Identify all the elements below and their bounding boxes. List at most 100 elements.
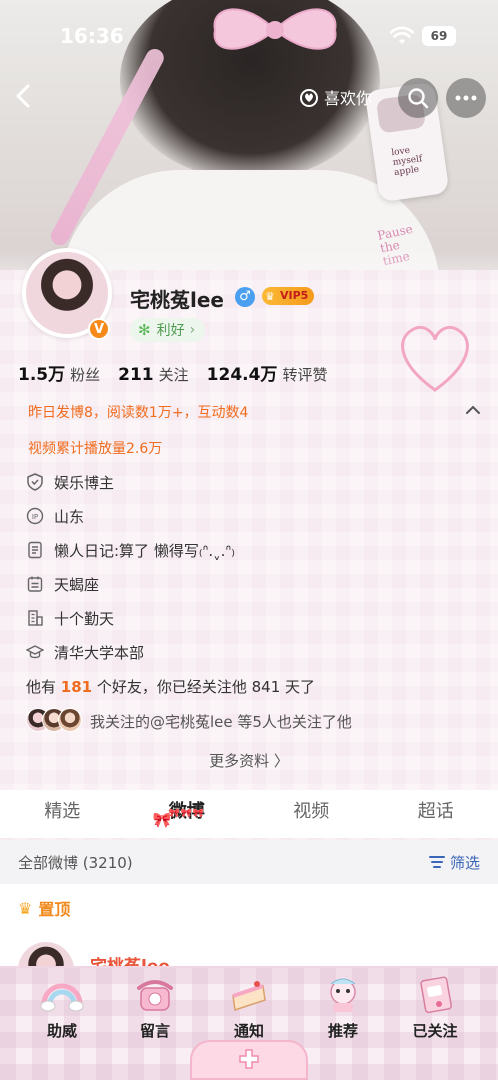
- back-arrow-icon[interactable]: [10, 80, 38, 112]
- notify-button[interactable]: 通知: [209, 974, 289, 1041]
- info-row-school: 清华大学本部: [26, 640, 144, 664]
- message-button[interactable]: 留言: [115, 974, 195, 1041]
- friend-relation-label: 利好: [156, 323, 185, 339]
- stat-label: 转评赞: [282, 366, 328, 384]
- clover-icon: ✻: [138, 321, 151, 339]
- bottom-label: 已关注: [412, 1022, 458, 1040]
- status-bar: 16:36 69: [0, 0, 498, 70]
- vip-badge[interactable]: ♛ VIP5: [262, 287, 315, 305]
- more-info-link[interactable]: 更多资料 〉: [0, 750, 498, 771]
- tab-label: 精选: [44, 801, 81, 822]
- all-posts-count: 全部微博 (3210): [18, 853, 133, 872]
- followed-book-icon: [413, 974, 457, 1014]
- friends-count[interactable]: 181: [61, 678, 92, 696]
- vip-crown-icon: ♛: [265, 290, 275, 303]
- gender-male-icon: ♂: [235, 287, 255, 307]
- stat-following[interactable]: 211 关注: [118, 364, 189, 385]
- cake-notify-icon: [227, 974, 271, 1014]
- info-text: 十个勤天: [54, 609, 115, 628]
- chevron-up-icon[interactable]: [464, 402, 482, 418]
- profile-username: 宅桃菟lee: [130, 288, 224, 312]
- battery-indicator: 69: [422, 26, 456, 46]
- bottom-action-bar: 助威 留言 通知 推荐 已关注: [0, 966, 498, 1080]
- calendar-icon: [26, 575, 44, 593]
- vip-label: VIP5: [280, 289, 309, 302]
- tab-supertopic[interactable]: 超话: [374, 790, 498, 838]
- info-row-company: 十个勤天: [26, 606, 114, 630]
- friend-relation-pill[interactable]: ✻ 利好 ›: [130, 318, 206, 342]
- verified-shield-icon: [26, 473, 44, 491]
- followed-button[interactable]: 已关注: [395, 974, 475, 1041]
- more-options-button[interactable]: [446, 78, 486, 118]
- company-building-icon: [26, 609, 44, 627]
- info-row-bio: 懒人日记:算了 懒得写₍ᐢ.ˬ.ᐢ₎: [26, 538, 235, 562]
- bio-document-icon: [26, 541, 44, 559]
- tab-video[interactable]: 视频: [249, 790, 374, 838]
- friends-summary: 他有 181 个好友，你已经关注他 841 天了: [26, 676, 315, 697]
- info-row-ip: IP 山东: [26, 504, 84, 528]
- mutual-avatar: [58, 708, 82, 732]
- graduation-cap-icon: [26, 643, 44, 661]
- filter-label: 筛选: [449, 853, 480, 872]
- friends-suffix: 个好友，你已经关注他 841 天了: [92, 678, 316, 696]
- bottom-label: 助威: [46, 1022, 77, 1040]
- tab-featured[interactable]: 精选: [0, 790, 125, 838]
- info-text: 娱乐博主: [54, 473, 115, 492]
- cheer-button[interactable]: 助威: [22, 974, 102, 1041]
- bottom-decoration: [190, 1040, 308, 1080]
- bottom-label: 留言: [139, 1022, 170, 1040]
- verified-badge-icon: V: [88, 318, 110, 340]
- svg-text:IP: IP: [32, 513, 38, 521]
- stat-followers[interactable]: 1.5万 粉丝: [18, 360, 100, 385]
- tab-weibo[interactable]: 🎀 微博 🎀🎀🎀: [125, 790, 250, 838]
- content-tabs: 精选 🎀 微博 🎀🎀🎀 视频 超话: [0, 790, 498, 838]
- like-you-button[interactable]: 喜欢你: [298, 84, 372, 110]
- feed-filter-bar: 全部微博 (3210) 筛选: [0, 840, 498, 884]
- pinned-label: 置顶: [38, 900, 71, 919]
- telephone-message-icon: [133, 974, 177, 1014]
- filter-button[interactable]: 筛选: [428, 852, 480, 873]
- filter-icon: [428, 856, 445, 868]
- video-play-summary[interactable]: 视频累计播放量2.6万: [28, 438, 162, 458]
- mutual-avatars: [26, 708, 84, 734]
- status-time: 16:36: [60, 24, 124, 48]
- info-text: 清华大学本部: [54, 643, 145, 662]
- heart-hand-icon: [300, 89, 318, 107]
- crown-icon: ♛: [18, 898, 33, 918]
- stat-label: 粉丝: [70, 366, 101, 384]
- more-dots-icon: [455, 95, 477, 101]
- info-text: 天蝎座: [54, 575, 100, 594]
- profile-stats: 1.5万 粉丝 211 关注 124.4万 转评赞: [18, 360, 345, 385]
- decor-heart-icon: [401, 325, 469, 392]
- tab-label: 超话: [417, 801, 454, 822]
- friends-prefix: 他有: [26, 678, 61, 696]
- info-row-zodiac: 天蝎座: [26, 572, 99, 596]
- activity-summary[interactable]: 昨日发博8，阅读数1万+，互动数4: [28, 402, 248, 422]
- tab-label: 视频: [293, 801, 330, 822]
- stat-reposts-likes[interactable]: 124.4万 转评赞: [207, 360, 328, 385]
- heart-cross-icon: [239, 1049, 259, 1069]
- stat-label: 关注: [158, 366, 189, 384]
- stat-number: 211: [118, 365, 154, 385]
- search-button[interactable]: [398, 78, 438, 118]
- info-text: 懒人日记:算了 懒得写₍ᐢ.ˬ.ᐢ₎: [54, 541, 235, 560]
- pinned-tag: ♛ 置顶: [18, 896, 70, 920]
- recommend-button[interactable]: 推荐: [303, 974, 383, 1041]
- stat-number: 124.4万: [206, 365, 278, 385]
- rainbow-cheer-icon: [40, 974, 84, 1014]
- wifi-icon: [390, 26, 414, 44]
- search-icon: [408, 88, 429, 109]
- tab-active-decoration: 🎀🎀🎀: [168, 809, 206, 819]
- bottom-label: 通知: [233, 1022, 264, 1040]
- like-you-label: 喜欢你: [324, 89, 373, 108]
- mutual-follow-text: 我关注的@宅桃菟lee 等5人也关注了他: [90, 712, 352, 731]
- chevron-right-icon: ›: [189, 322, 196, 338]
- info-text: 山东: [54, 507, 85, 526]
- character-recommend-icon: [321, 974, 365, 1014]
- mutual-follow-row[interactable]: 我关注的@宅桃菟lee 等5人也关注了他: [26, 708, 352, 734]
- bottom-label: 推荐: [327, 1022, 358, 1040]
- ip-location-icon: IP: [26, 507, 44, 525]
- cover-phone-text: love myself apple: [390, 145, 423, 179]
- stat-number: 1.5万: [18, 365, 66, 385]
- info-row-verification: 娱乐博主: [26, 470, 114, 494]
